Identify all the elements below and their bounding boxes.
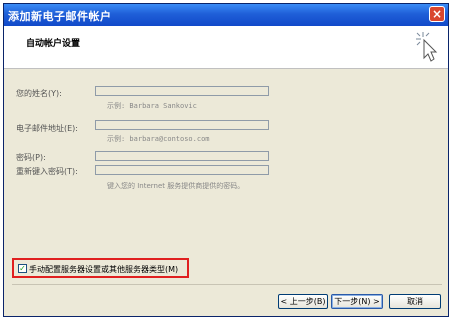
retype-password-field[interactable] xyxy=(95,165,269,175)
manual-config-checkbox[interactable]: ✓ xyxy=(18,264,27,273)
manual-config-label: 手动配置服务器设置或其他服务器类型(M) xyxy=(29,265,179,274)
password-field[interactable] xyxy=(95,151,269,161)
footer-divider xyxy=(12,284,442,285)
name-label: 您的姓名(Y): xyxy=(16,89,62,98)
cancel-button[interactable]: 取消 xyxy=(389,294,441,309)
name-field[interactable] xyxy=(95,86,269,96)
password-hint: 键入您的 Internet 服务提供商提供的密码。 xyxy=(107,182,245,190)
close-button[interactable]: × xyxy=(429,6,445,22)
email-hint: 示例: barbara@contoso.com xyxy=(107,135,210,143)
back-button[interactable]: < 上一步(B) xyxy=(278,294,328,309)
cursor-sparkle-icon xyxy=(416,32,438,62)
retype-password-label: 重新键入密码(T): xyxy=(16,167,78,176)
page-title: 自动帐户设置 xyxy=(26,39,81,49)
password-label: 密码(P): xyxy=(16,153,46,162)
name-hint: 示例: Barbara Sankovic xyxy=(107,102,197,110)
header-panel: 自动帐户设置 xyxy=(4,26,448,69)
window-title: 添加新电子邮件帐户 xyxy=(8,10,112,23)
manual-config-option[interactable]: ✓ 手动配置服务器设置或其他服务器类型(M) xyxy=(12,258,189,278)
email-field[interactable] xyxy=(95,120,269,130)
email-label: 电子邮件地址(E): xyxy=(16,124,78,133)
next-button[interactable]: 下一步(N) > xyxy=(331,294,383,309)
add-email-account-dialog: 添加新电子邮件帐户 × 自动帐户设置 您的姓名(Y): 示例: Barbara … xyxy=(3,3,449,317)
title-bar: 添加新电子邮件帐户 × xyxy=(4,4,448,26)
